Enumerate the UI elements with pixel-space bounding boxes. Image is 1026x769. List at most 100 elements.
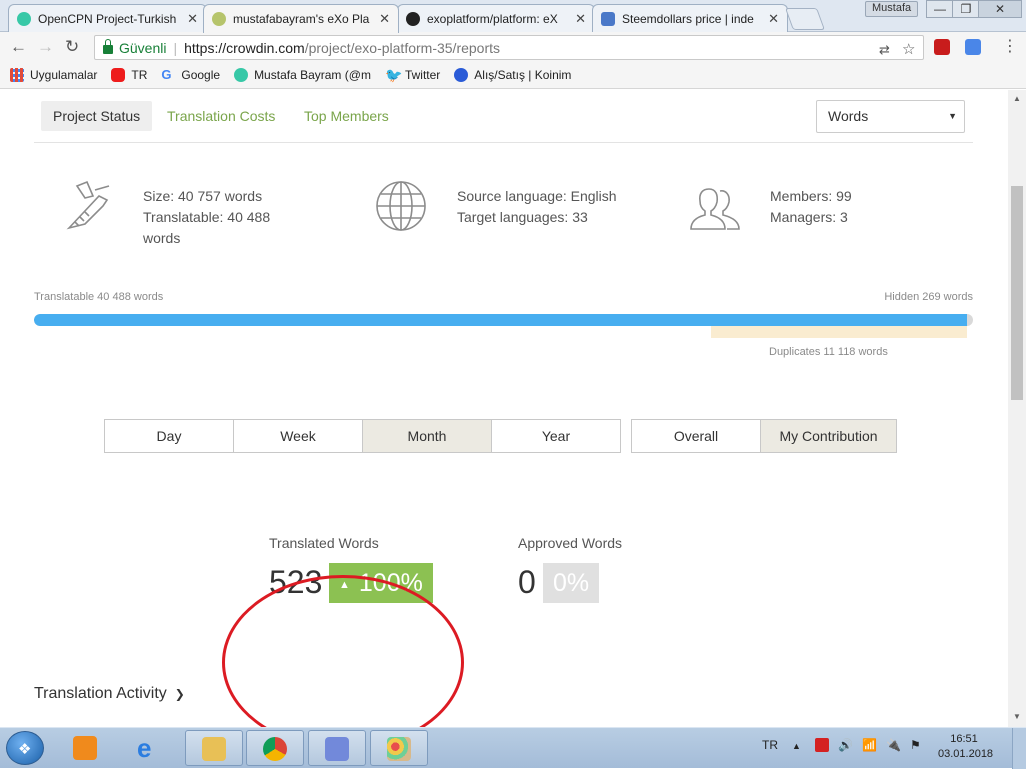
bookmark-steemit[interactable]: Mustafa Bayram (@m xyxy=(234,68,371,82)
translatable-line: Translatable: 40 488 xyxy=(143,209,271,225)
caret-down-icon: ▼ xyxy=(948,111,957,121)
url-host: https://crowdin.com xyxy=(184,39,305,56)
address-separator: | xyxy=(173,39,178,56)
menu-icon[interactable]: ⋮ xyxy=(1002,37,1018,57)
bookmark-twitter[interactable]: 🐦 Twitter xyxy=(385,68,440,82)
start-button[interactable]: ❖ xyxy=(6,731,44,765)
browser-tab-steemdollars[interactable]: Steemdollars price | inde ✕ xyxy=(592,4,788,32)
tab-translation-costs[interactable]: Translation Costs xyxy=(155,101,287,131)
translation-activity-toggle[interactable]: Translation Activity ❯ xyxy=(34,685,185,703)
bookmark-star-icon[interactable]: ☆ xyxy=(902,40,915,58)
reload-icon[interactable]: ↻ xyxy=(65,37,79,57)
steemit-icon xyxy=(234,68,249,82)
translated-words-delta: 100% xyxy=(358,569,423,597)
google-icon: G xyxy=(161,67,172,82)
translatable-progress-fill xyxy=(34,314,967,326)
translatable-line-cont: words xyxy=(143,230,181,246)
crowdin-icon xyxy=(212,12,226,26)
input-language-indicator[interactable]: TR xyxy=(762,738,778,752)
close-icon[interactable]: ✕ xyxy=(768,11,779,27)
managers-count: Managers: 3 xyxy=(770,209,848,225)
close-icon[interactable]: ✕ xyxy=(575,11,586,27)
volume-icon[interactable]: 🔊 xyxy=(838,738,853,752)
page-content: Project Status Translation Costs Top Mem… xyxy=(0,90,1008,727)
taskbar-chrome[interactable] xyxy=(246,730,304,766)
member-stats: Members: 99 Managers: 3 xyxy=(770,186,852,228)
approved-words-delta-badge: 0% xyxy=(543,563,600,603)
scrollbar-thumb[interactable] xyxy=(1011,186,1023,400)
translatable-progress-bar xyxy=(34,314,973,326)
scroll-down-arrow-icon[interactable]: ▼ xyxy=(1013,712,1021,721)
power-icon[interactable]: 🔌 xyxy=(886,738,901,752)
network-icon[interactable]: 📶 xyxy=(862,738,877,752)
translate-icon[interactable]: ⇄ xyxy=(879,42,890,58)
caliper-icon xyxy=(66,180,110,230)
bookmark-label: Google xyxy=(181,68,221,82)
scope-overall-button[interactable]: Overall xyxy=(632,420,761,452)
bookmark-koinim[interactable]: Alış/Satış | Koinim xyxy=(454,68,571,82)
close-icon[interactable]: ✕ xyxy=(187,11,198,27)
tray-expand-icon[interactable]: ▲ xyxy=(792,741,801,751)
target-languages: Target languages: 33 xyxy=(457,209,588,225)
show-desktop-button[interactable] xyxy=(1012,728,1026,769)
paint-icon xyxy=(387,737,411,761)
taskbar-internet-explorer[interactable]: e xyxy=(121,730,179,766)
windows-logo-icon: ❖ xyxy=(18,741,32,758)
taskbar-discord[interactable] xyxy=(308,730,366,766)
period-month-button[interactable]: Month xyxy=(363,420,492,452)
security-label: Güvenli xyxy=(119,39,167,56)
forward-arrow-icon[interactable]: → xyxy=(37,37,54,57)
extension-icon[interactable] xyxy=(934,39,950,55)
tab-title: OpenCPN Project-Turkish xyxy=(38,11,177,26)
bookmark-apps[interactable]: Uygulamalar xyxy=(10,68,97,82)
back-arrow-icon[interactable]: ← xyxy=(10,37,27,57)
bookmark-label: Twitter xyxy=(404,68,441,82)
antivirus-icon[interactable] xyxy=(815,738,829,752)
profile-button[interactable]: Mustafa xyxy=(865,1,919,17)
clock-time: 16:51 xyxy=(950,733,978,745)
period-day-button[interactable]: Day xyxy=(105,420,234,452)
maximize-button[interactable]: ❐ xyxy=(952,0,980,18)
size-stats: Size: 40 757 words Translatable: 40 488 … xyxy=(143,186,270,249)
bookmark-youtube[interactable]: TR xyxy=(111,68,147,82)
steemit-icon xyxy=(17,11,31,26)
close-icon[interactable]: ✕ xyxy=(379,11,390,27)
bookmark-label: Alış/Satış | Koinim xyxy=(474,68,572,82)
unit-select-value: Words xyxy=(828,108,869,124)
report-subnav: Project Status Translation Costs Top Mem… xyxy=(34,90,973,143)
taskbar-media-player[interactable] xyxy=(57,730,115,766)
scope-my-contribution-button[interactable]: My Contribution xyxy=(761,420,896,452)
google-translate-icon[interactable] xyxy=(965,39,981,55)
tab-title: exoplatform/platform: eX xyxy=(427,11,558,26)
unit-select[interactable]: Words ▼ xyxy=(816,100,965,133)
bookmark-google[interactable]: G Google xyxy=(161,67,221,83)
scope-toggle-group: Overall My Contribution xyxy=(631,419,897,453)
size-line: Size: 40 757 words xyxy=(143,188,263,204)
lock-icon xyxy=(103,39,113,54)
system-clock[interactable]: 16:51 03.01.2018 xyxy=(938,732,994,762)
action-center-flag-icon[interactable]: ⚑ xyxy=(910,738,921,752)
scroll-up-arrow-icon[interactable]: ▲ xyxy=(1013,94,1021,103)
period-week-button[interactable]: Week xyxy=(234,420,363,452)
minimize-button[interactable]: — xyxy=(926,0,954,18)
tab-top-members[interactable]: Top Members xyxy=(292,101,401,131)
period-year-button[interactable]: Year xyxy=(492,420,620,452)
clock-date: 03.01.2018 xyxy=(938,748,994,760)
language-stats: Source language: English Target language… xyxy=(457,186,617,228)
new-tab-button[interactable] xyxy=(784,8,826,30)
browser-tab-github[interactable]: exoplatform/platform: eX ✕ xyxy=(397,4,595,32)
address-bar[interactable]: Güvenli | https://crowdin.com/project/ex… xyxy=(94,35,924,60)
taskbar-file-explorer[interactable] xyxy=(185,730,243,766)
browser-tab-exo-platform[interactable]: mustafabayram's eXo Pla ✕ xyxy=(203,4,399,33)
taskbar-paint[interactable] xyxy=(370,730,428,766)
duplicates-bar-label: Duplicates 11 118 words xyxy=(769,346,888,358)
page-scrollbar[interactable]: ▲ ▼ xyxy=(1008,90,1026,727)
translated-words-delta-badge: ▲ 100% xyxy=(329,563,433,603)
browser-tab-strip: OpenCPN Project-Turkish ✕ mustafabayram'… xyxy=(0,0,1026,33)
close-window-button[interactable]: ✕ xyxy=(978,0,1022,18)
tab-project-status[interactable]: Project Status xyxy=(41,101,153,131)
discord-icon xyxy=(325,737,349,761)
browser-tab-opencpn[interactable]: OpenCPN Project-Turkish ✕ xyxy=(8,4,207,32)
translated-words-value: 523 xyxy=(269,564,323,600)
translated-words-label: Translated Words xyxy=(269,535,379,551)
